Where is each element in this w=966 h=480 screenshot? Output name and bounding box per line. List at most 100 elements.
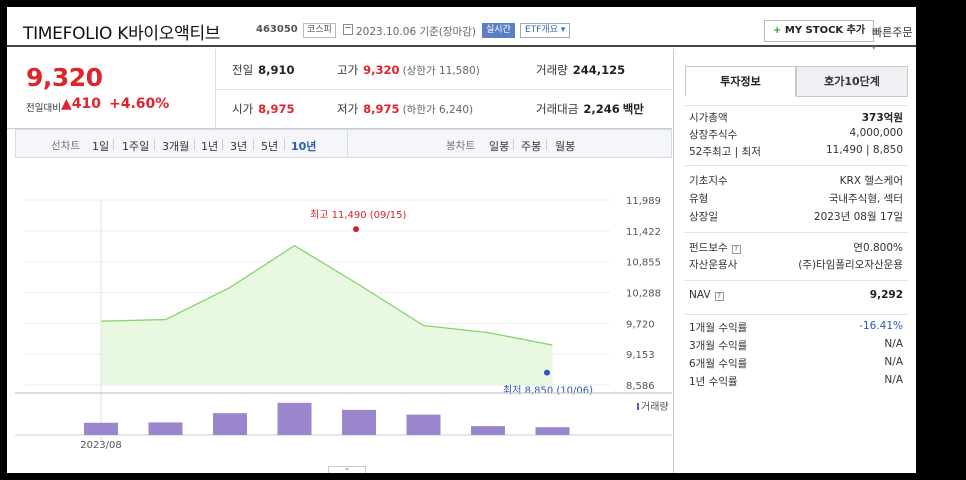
info-value: 4,000,000 [849,127,903,139]
tab-orderbook[interactable]: 호가10단계 [796,66,908,97]
price-summary: 9,320 전일대비 ▲410 +4.60% 전일 8,910 고가 9,320 (상… [7,49,672,129]
info-label: 52주최고 | 최저 [689,146,761,158]
price-change-pct: +4.60% [109,96,170,112]
x-tick-label: 2023/08 [80,440,122,451]
divider [685,165,908,166]
info-value: -16.41% [859,320,903,332]
divider [215,89,672,90]
volume-bar [342,409,376,435]
min-annotation: 최저 8,850 (10/06) [503,385,593,397]
stock-title: TIMEFOLIO K바이오액티브 [23,24,221,44]
my-stock-label: MY STOCK 추가 [784,25,866,36]
info-row: NAV? 9,292 [689,289,903,306]
volume-bar [84,422,118,435]
info-label: 기초지수 [689,175,728,187]
volume-legend-label: 거래량 [641,401,669,413]
volume-bar [471,426,505,435]
current-price: 9,320 [26,63,103,92]
realtime-button[interactable]: 실시간 [482,23,515,38]
period-daily[interactable]: 일봉 [489,138,509,154]
period-monthly[interactable]: 월봉 [555,138,575,154]
info-label: 유형 [689,193,709,205]
info-row: 시가총액 373억원 [689,110,903,127]
period-weekly[interactable]: 주봉 [521,138,541,154]
line-chart-label: 선차트 [51,140,80,152]
info-value: 2023년 08월 17일 [813,211,903,223]
quick-order-label: 빠른주문 [872,26,913,39]
price-area [101,245,553,385]
collapse-toggle[interactable]: ⌃ [328,466,366,473]
my-stock-add-button[interactable]: + MY STOCK 추가 [764,20,875,42]
info-row: 유형 국내주식형, 섹터 [689,191,903,208]
max-marker [353,226,359,233]
volume: 거래량 244,125 [536,63,626,77]
stock-window: TIMEFOLIO K바이오액티브 463050 코스피 2023.10.06 … [7,7,916,473]
info-row: 기초지수 KRX 헬스케어 [689,173,903,190]
etf-overview-dropdown[interactable]: ETF개요 ▾ [520,23,571,38]
volume-bar [148,422,183,435]
stock-code: 463050 [256,24,298,35]
range-3m[interactable]: 3개월 [162,138,189,154]
range-1y[interactable]: 1년 [201,138,218,154]
tab-investment-info[interactable]: 투자정보 [685,66,796,97]
range-3y[interactable]: 3년 [230,138,247,154]
chart-range-bar: 선차트 1일 1주일 3개월 1년 3년 5년 10년 봉차트 일봉 주봉 월봉 [15,129,672,158]
range-5y[interactable]: 5년 [261,138,278,154]
info-value: 373억원 [861,112,903,124]
help-icon[interactable]: ? [714,292,724,301]
info-value: 9,292 [869,289,903,301]
y-tick-label: 9,153 [626,350,655,361]
price-chart: 11,989 11,422 10,855 10,288 9,720 9,153 8,586 최… [15,196,672,451]
divider [685,105,908,106]
info-label: 펀드보수? [689,240,741,255]
info-label: 6개월 수익률 [689,358,748,370]
range-1d[interactable]: 1일 [92,138,109,154]
change-label: 전일대비 [26,103,61,114]
trade-amount: 거래대금 2,246 백만 [536,102,644,116]
info-row: 52주최고 | 최저 11,490 | 8,850 [689,144,903,161]
y-tick-label: 8,586 [626,381,655,392]
volume-bar [213,413,247,435]
volume-bar [406,414,441,435]
min-marker [544,369,550,376]
info-row: 6개월 수익률 N/A [689,356,903,373]
info-label: 상장주식수 [689,129,738,141]
info-row: 자산운용사 (주)타임폴리오자산운용 [689,257,903,274]
prev-close: 전일 8,910 [232,63,295,77]
info-value: N/A [884,356,903,368]
info-row: 펀드보수? 연0.800% [689,240,903,257]
info-row: 상장일 2023년 08월 17일 [689,209,903,226]
market-badge: 코스피 [303,23,336,38]
info-label: 1개월 수익률 [689,322,748,334]
volume-legend-swatch [637,403,639,410]
candle-chart-label: 봉차트 [446,140,475,152]
y-tick-label: 11,422 [626,227,661,238]
base-date: 2023.10.06 기준(장마감) [356,26,476,38]
plus-icon: + [773,25,782,36]
high-price: 고가 9,320 (상한가 11,580) [337,63,480,77]
volume-bar [535,427,570,435]
info-label: 상장일 [689,211,718,223]
y-tick-label: 9,720 [626,319,655,330]
info-value: 연0.800% [853,242,903,254]
info-value: 11,490 | 8,850 [825,144,903,156]
y-tick-label: 10,855 [626,258,661,269]
info-label: NAV? [689,289,724,301]
low-price: 저가 8,975 (하한가 6,240) [337,102,474,116]
price-change: ▲410 [61,96,101,112]
range-1w[interactable]: 1주일 [122,138,149,154]
info-row: 상장주식수 4,000,000 [689,127,903,144]
help-icon[interactable]: ? [731,245,741,254]
info-value: 국내주식형, 섹터 [828,193,903,205]
investment-info-panel: 투자정보 호가10단계 시가총액 373억원상장주식수 4,000,000 52주최고… [673,49,916,473]
info-value: (주)타임폴리오자산운용 [798,259,903,271]
open-price: 시가 8,975 [232,102,295,116]
info-row: 1년 수익률 N/A [689,374,903,391]
y-tick-label: 11,989 [626,196,661,207]
info-label: 3개월 수익률 [689,340,748,352]
info-value: N/A [884,338,903,350]
range-10y[interactable]: 10년 [291,138,316,154]
divider [685,232,908,233]
info-label: 1년 수익률 [689,376,738,388]
info-label: 시가총액 [689,112,728,124]
